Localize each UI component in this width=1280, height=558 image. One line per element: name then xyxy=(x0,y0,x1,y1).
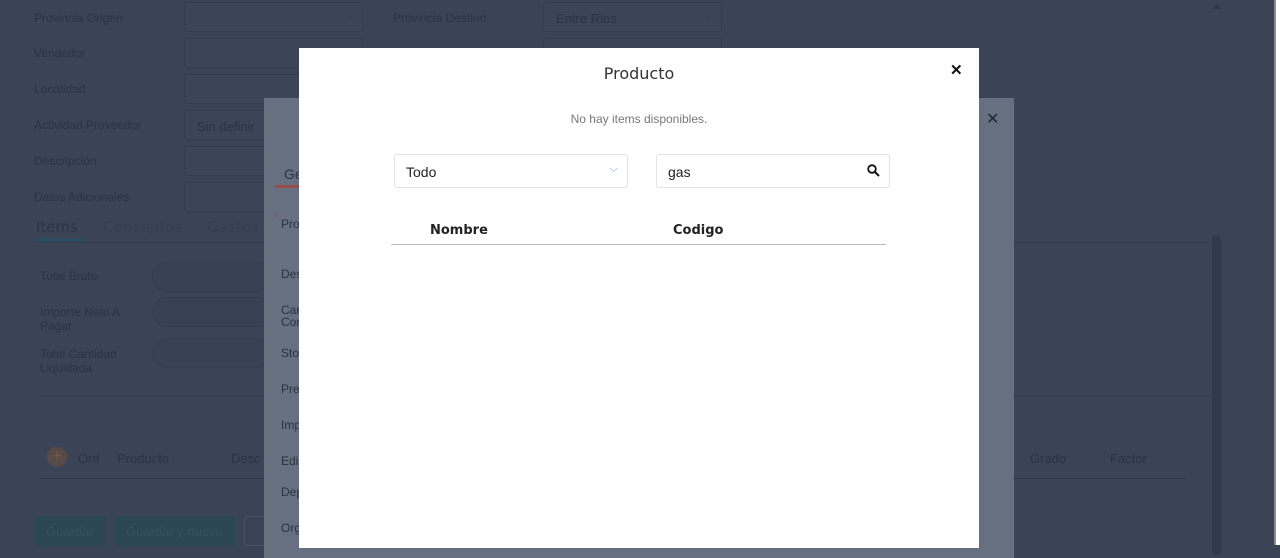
provincia-origen-select[interactable]: ⌵ xyxy=(184,2,363,32)
col-desc: Desc xyxy=(231,451,261,466)
modal-title: Producto xyxy=(603,64,675,83)
label-vendedor: Vendedor xyxy=(34,46,86,60)
window-scrollbar[interactable] xyxy=(1274,0,1280,545)
chevron-down-icon: ⌵ xyxy=(704,10,713,22)
chevron-down-icon: ⌵ xyxy=(609,163,618,175)
label: Pre xyxy=(281,382,300,396)
close-icon[interactable]: ✕ xyxy=(950,61,963,79)
search-input[interactable]: gas xyxy=(656,154,890,188)
value: Sin definir xyxy=(197,119,255,134)
label-importe-neto: Importe Neto A Pagar xyxy=(40,305,120,333)
col-nombre: Nombre xyxy=(430,223,488,238)
label-total-bruto: Total Bruto xyxy=(40,269,98,283)
table-header-divider xyxy=(391,244,886,245)
value: Entre Rios xyxy=(556,11,617,26)
tab-conceptos[interactable]: Conceptos xyxy=(103,218,182,236)
col-grado: Grado xyxy=(1030,451,1067,466)
tab-items[interactable]: Items xyxy=(36,218,78,236)
label: Pro xyxy=(281,217,300,231)
empty-message: No hay items disponibles. xyxy=(570,112,708,126)
label: Edi xyxy=(281,454,299,468)
search-icon[interactable] xyxy=(867,164,880,177)
add-item-icon[interactable]: + xyxy=(47,447,67,467)
label: Org xyxy=(281,521,302,535)
producto-modal: Producto ✕ No hay items disponibles. Tod… xyxy=(299,48,979,548)
label-provincia-origen: Provincia Origen xyxy=(34,11,123,25)
label-descripcion: Descripción xyxy=(34,154,97,168)
guardar-button[interactable]: Guardar xyxy=(34,516,106,546)
scrollbar[interactable] xyxy=(1212,235,1221,555)
label-actividad: Actividad Proveedor xyxy=(34,118,142,132)
chevron-down-icon: ⌵ xyxy=(345,10,354,22)
col-factor: Factor xyxy=(1110,451,1147,466)
category-select[interactable]: Todo ⌵ xyxy=(394,154,628,188)
total-bruto-field[interactable] xyxy=(152,262,272,292)
col-producto: Producto xyxy=(117,451,170,466)
tab-gastos[interactable]: Gastos xyxy=(207,218,259,236)
search-value: gas xyxy=(668,164,691,180)
total-cantidad-field[interactable] xyxy=(152,338,272,368)
col-ord: Ord xyxy=(78,451,100,466)
provincia-destino-select[interactable]: Entre Rios ⌵ xyxy=(543,2,722,32)
close-icon[interactable]: ✕ xyxy=(986,109,999,129)
required-asterisk: * xyxy=(274,213,278,224)
label-datos-adicionales: Datos Adicionales xyxy=(34,190,130,204)
label-localidad: Localidad xyxy=(34,82,86,96)
label: Imp xyxy=(281,418,302,432)
category-value: Todo xyxy=(406,164,437,180)
guardar-y-nuevo-button[interactable]: Guardar y nuevo xyxy=(114,516,235,546)
label: Sto xyxy=(281,346,300,360)
label-total-cantidad: Total Cantidad Liquidada xyxy=(40,347,117,375)
label-provincia-destino: Provincia Destino xyxy=(393,11,487,25)
col-codigo: Codigo xyxy=(673,223,724,238)
scroll-up-icon[interactable] xyxy=(1212,4,1222,9)
importe-neto-field[interactable] xyxy=(152,297,272,327)
